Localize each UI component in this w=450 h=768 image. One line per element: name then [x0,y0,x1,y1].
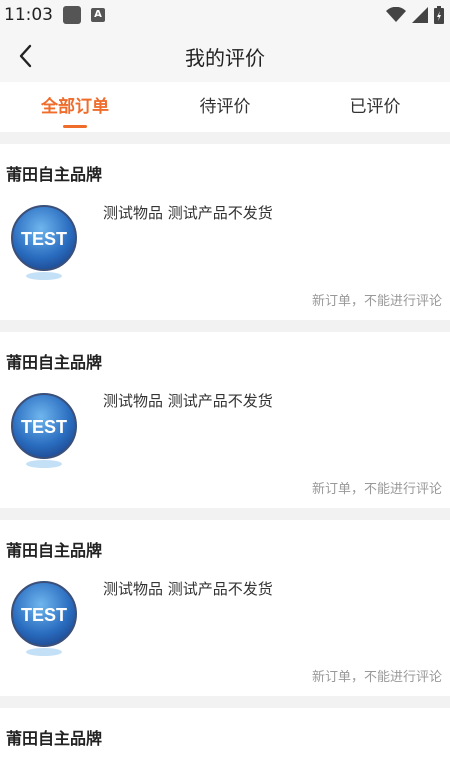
product-thumbnail: TEST [11,581,77,656]
thumb-label: TEST [21,417,67,437]
wifi-icon [386,7,406,22]
thumb-label: TEST [21,605,67,625]
product-name: 测试物品 测试产品不发货 [103,580,273,598]
order-status: 新订单，不能进行评论 [311,482,442,497]
back-button[interactable] [8,38,44,74]
header: 我的评价 [0,30,450,82]
tab-bar: 全部订单 待评价 已评价 [0,82,450,132]
tab-pending-review[interactable]: 待评价 [150,82,300,132]
thumb-label: TEST [21,229,67,249]
order-card[interactable]: 莆田自主品牌 [0,708,450,768]
order-list: 莆田自主品牌 TEST 测试物品 测试产品不发货 新订单，不能进行评论 莆田自主… [0,132,450,768]
notification-icon [63,6,81,24]
tab-label: 已评价 [349,97,401,117]
tab-all-orders[interactable]: 全部订单 [0,82,150,132]
order-status: 新订单，不能进行评论 [311,670,442,685]
order-status: 新订单，不能进行评论 [311,294,442,309]
app-notification-icon: A [91,8,105,22]
active-tab-indicator [63,125,87,128]
tab-label: 全部订单 [41,97,109,117]
order-card[interactable]: 莆田自主品牌 TEST 测试物品 测试产品不发货 新订单，不能进行评论 [0,332,450,508]
tab-reviewed[interactable]: 已评价 [300,82,450,132]
shop-name: 莆田自主品牌 [6,541,103,560]
shop-name: 莆田自主品牌 [6,729,103,748]
battery-icon [434,6,444,24]
shop-name: 莆田自主品牌 [6,353,103,372]
product-name: 测试物品 测试产品不发货 [103,392,273,410]
status-bar: 11:03 A [0,0,450,30]
page-title: 我的评价 [185,45,265,70]
product-thumbnail: TEST [11,393,77,468]
status-time: 11:03 [4,5,53,25]
chevron-left-icon [19,44,32,68]
tab-label: 待评价 [199,97,251,117]
signal-icon [412,7,428,23]
product-thumbnail: TEST [11,205,77,280]
product-name: 测试物品 测试产品不发货 [103,204,273,222]
order-card[interactable]: 莆田自主品牌 TEST 测试物品 测试产品不发货 新订单，不能进行评论 [0,520,450,696]
order-card[interactable]: 莆田自主品牌 TEST 测试物品 测试产品不发货 新订单，不能进行评论 [0,144,450,320]
shop-name: 莆田自主品牌 [6,165,103,184]
